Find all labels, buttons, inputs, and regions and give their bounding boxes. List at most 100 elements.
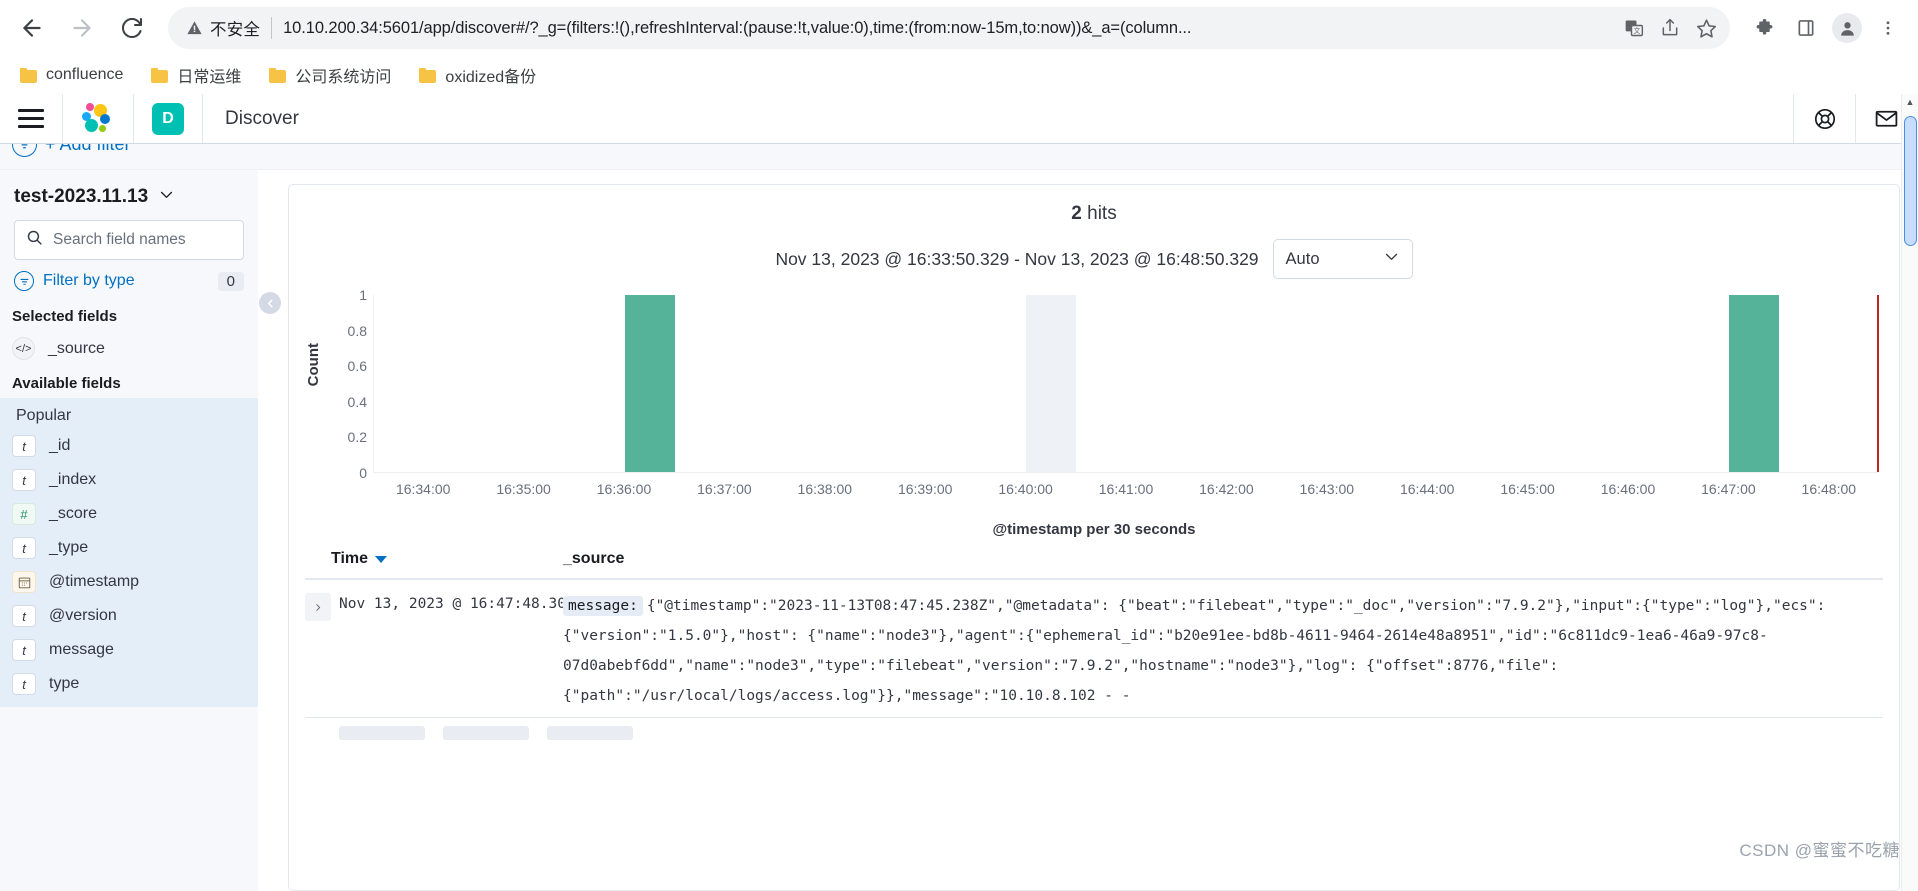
y-tick: 0 xyxy=(359,465,367,481)
field-name: @timestamp xyxy=(49,573,140,590)
chart-time-controls: Nov 13, 2023 @ 16:33:50.329 - Nov 13, 20… xyxy=(305,227,1883,285)
puzzle-icon[interactable] xyxy=(1748,12,1780,44)
field-item-id[interactable]: t _id xyxy=(0,429,258,463)
three-dot-menu-icon[interactable] xyxy=(1872,12,1904,44)
column-header-source[interactable]: _source xyxy=(563,550,624,568)
bookmark-label: 日常运维 xyxy=(177,69,242,86)
field-item-source[interactable]: </> _source xyxy=(0,331,258,366)
field-key-message: message: xyxy=(563,596,643,616)
address-bar[interactable]: 不安全 10.10.200.34:5601/app/discover#/?_g=… xyxy=(168,7,1730,49)
y-axis-title: Count xyxy=(305,343,322,387)
field-name: @version xyxy=(49,607,117,624)
pager-item[interactable] xyxy=(339,726,425,740)
bookmark-item[interactable]: confluence xyxy=(14,62,135,88)
pagination-placeholder[interactable] xyxy=(305,718,1883,740)
side-panel-icon[interactable] xyxy=(1790,12,1822,44)
histogram-bar[interactable] xyxy=(1728,295,1779,472)
profile-avatar-icon[interactable] xyxy=(1832,13,1862,43)
omnibox-divider xyxy=(271,17,273,39)
field-item-version[interactable]: t @version xyxy=(0,599,258,633)
field-search-box[interactable] xyxy=(14,220,244,260)
table-row[interactable]: Nov 13, 2023 @ 16:47:48.307 message: {"@t… xyxy=(305,580,1883,718)
field-name: message xyxy=(49,641,114,658)
bookmark-item[interactable]: 日常运维 xyxy=(145,59,253,91)
chevron-down-icon xyxy=(1383,248,1400,270)
hits-label: hits xyxy=(1087,203,1117,224)
x-tick: 16:34:00 xyxy=(395,481,451,497)
help-lifebuoy-icon[interactable] xyxy=(1794,94,1856,143)
field-name: type xyxy=(49,675,80,692)
header-spacer xyxy=(299,94,1794,143)
space-badge: D xyxy=(152,102,184,135)
interval-select[interactable]: Auto xyxy=(1272,239,1413,279)
y-tick: 0.4 xyxy=(347,393,367,410)
x-tick: 16:39:00 xyxy=(897,481,953,497)
bookmark-label: oxidized备份 xyxy=(445,69,537,86)
field-name: _index xyxy=(49,471,97,488)
kibana-app: D Discover + Add filter test-2023.11.13 xyxy=(0,94,1918,891)
string-field-icon: t xyxy=(12,673,36,695)
nav-menu-button[interactable] xyxy=(0,94,63,143)
filter-by-type-button[interactable]: Filter by type 0 xyxy=(0,260,258,299)
index-pattern-selector[interactable]: test-2023.11.13 xyxy=(0,180,258,220)
field-item-type[interactable]: t type xyxy=(0,667,258,701)
field-name: _type xyxy=(49,539,89,556)
string-field-icon: t xyxy=(12,469,36,491)
bookmark-label: confluence xyxy=(46,66,124,83)
column-header-source-label: _source xyxy=(563,550,625,567)
x-axis-title: @timestamp per 30 seconds xyxy=(992,521,1196,538)
star-icon[interactable] xyxy=(1690,12,1722,44)
date-field-icon xyxy=(12,571,36,593)
time-range-label: Nov 13, 2023 @ 16:33:50.329 - Nov 13, 20… xyxy=(775,248,1259,269)
kibana-body: test-2023.11.13 Filter by type 0 Selecte… xyxy=(0,170,1918,891)
add-filter-button[interactable]: + Add filter xyxy=(12,144,131,157)
search-input[interactable] xyxy=(53,231,232,249)
security-status-label: 不安全 xyxy=(210,21,261,39)
field-item-message[interactable]: t message xyxy=(0,633,258,667)
x-tick: 16:45:00 xyxy=(1500,481,1555,497)
x-tick: 16:41:00 xyxy=(1098,481,1154,497)
folder-icon xyxy=(20,67,37,83)
watermark: CSDN @蜜蜜不吃糖 xyxy=(1739,841,1900,860)
source-field-icon: </> xyxy=(12,337,35,360)
cell-source: message: {"@timestamp":"2023-11-13T08:47:… xyxy=(563,591,1883,717)
pager-item[interactable] xyxy=(443,726,529,740)
x-tick: 16:44:00 xyxy=(1399,481,1455,497)
bookmark-item[interactable]: oxidized备份 xyxy=(413,59,548,91)
table-header-row: Time _source xyxy=(305,550,1883,580)
url-text[interactable]: 10.10.200.34:5601/app/discover#/?_g=(fil… xyxy=(283,19,1612,38)
expand-row-button[interactable] xyxy=(305,593,331,621)
chevron-down-icon xyxy=(158,186,175,208)
cell-time: Nov 13, 2023 @ 16:47:48.307 xyxy=(339,596,575,612)
field-item-timestamp[interactable]: @timestamp xyxy=(0,565,258,599)
y-tick: 0.8 xyxy=(347,322,367,339)
histogram-chart[interactable]: Count 1 0.8 0.6 0.4 0.2 0 16:34:00 16:35… xyxy=(305,287,1883,497)
scrollbar-thumb[interactable] xyxy=(1904,116,1917,246)
reload-button[interactable] xyxy=(110,6,154,50)
scroll-up-arrow-icon[interactable]: ▲ xyxy=(1906,97,1915,107)
histogram-bar[interactable] xyxy=(624,295,675,472)
back-button[interactable] xyxy=(10,6,54,50)
browser-chrome: 不安全 10.10.200.34:5601/app/discover#/?_g=… xyxy=(0,0,1918,94)
elastic-logo[interactable] xyxy=(63,94,134,143)
space-avatar[interactable]: D xyxy=(134,94,203,143)
chart-plot-area[interactable] xyxy=(373,295,1879,473)
field-item-score[interactable]: # _score xyxy=(0,497,258,531)
kibana-header: D Discover xyxy=(0,94,1918,144)
collapse-sidebar-button[interactable] xyxy=(259,292,281,314)
column-header-time[interactable]: Time xyxy=(305,550,563,568)
pager-item[interactable] xyxy=(547,726,633,740)
search-icon xyxy=(26,229,43,251)
column-header-time-label: Time xyxy=(331,550,369,567)
hits-summary: 2 hits xyxy=(305,197,1883,227)
field-item-index[interactable]: t _index xyxy=(0,463,258,497)
bookmark-item[interactable]: 公司系统访问 xyxy=(263,59,403,91)
forward-button[interactable] xyxy=(60,6,104,50)
page-scrollbar[interactable]: ▲ xyxy=(1901,94,1918,891)
translate-icon[interactable]: 文 xyxy=(1618,12,1650,44)
field-item-type-meta[interactable]: t _type xyxy=(0,531,258,565)
y-axis-ticks: 1 0.8 0.6 0.4 0.2 0 xyxy=(323,287,367,481)
x-tick: 16:42:00 xyxy=(1199,481,1254,497)
x-tick: 16:36:00 xyxy=(596,481,652,497)
share-icon[interactable] xyxy=(1654,12,1686,44)
